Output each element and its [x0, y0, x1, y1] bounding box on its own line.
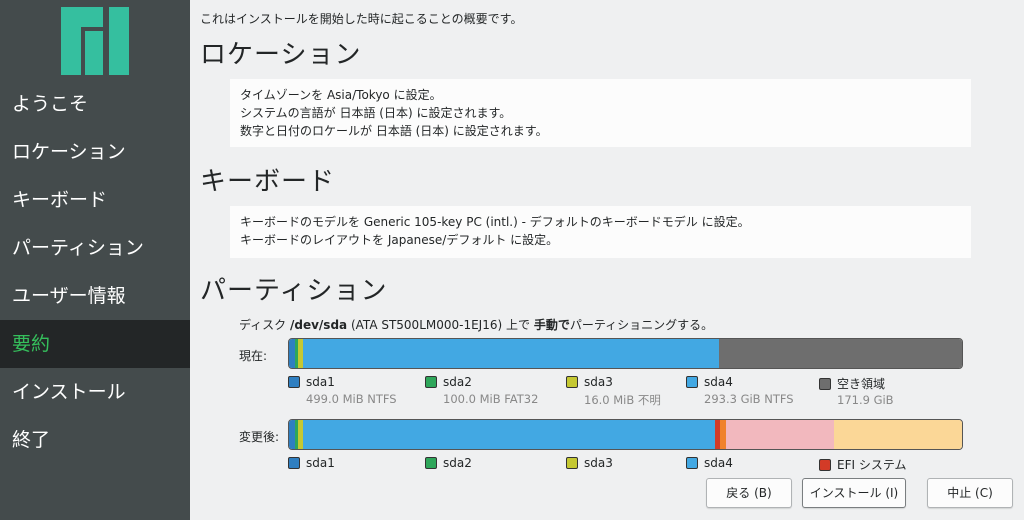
color-swatch	[566, 376, 578, 388]
segment-sda4	[303, 339, 719, 368]
sidebar: ようこそ ロケーション キーボード パーティション ユーザー情報 要約 インスト…	[0, 0, 190, 520]
location-line: システムの言語が 日本語 (日本) に設定されます。	[240, 106, 512, 120]
summary-page: これはインストールを開始した時に起こることの概要です。 ロケーション タイムゾー…	[190, 0, 1024, 520]
after-partition-bar	[288, 419, 963, 450]
location-info: タイムゾーンを Asia/Tokyo に設定。 システムの言語が 日本語 (日本…	[230, 79, 971, 147]
color-swatch	[819, 459, 831, 471]
segment-sda4	[303, 420, 715, 449]
keyboard-line: キーボードのレイアウトを Japanese/デフォルト に設定。	[240, 233, 559, 247]
current-partition-bar	[288, 338, 963, 369]
legend-detail: 100.0 MiB FAT32	[443, 392, 539, 406]
install-button[interactable]: インストール (I)	[802, 478, 906, 508]
legend-detail: 16.0 MiB 不明	[584, 393, 661, 407]
legend-detail: 499.0 MiB NTFS	[306, 392, 397, 406]
legend-detail: 171.9 GiB	[837, 393, 894, 407]
keyboard-info: キーボードのモデルを Generic 105-key PC (intl.) - …	[230, 206, 971, 258]
back-button[interactable]: 戻る (B)	[706, 478, 792, 508]
color-swatch	[425, 376, 437, 388]
legend-item: sda3	[566, 456, 613, 470]
after-label: 変更後:	[239, 430, 280, 444]
legend-item: sda4	[686, 456, 733, 470]
sidebar-item-location[interactable]: ロケーション	[0, 128, 190, 176]
legend-item: EFI システム	[819, 456, 906, 473]
legend-item: sda2	[425, 375, 472, 389]
keyboard-line: キーボードのモデルを Generic 105-key PC (intl.) - …	[240, 215, 750, 229]
legend-item: 空き領域	[819, 375, 885, 392]
legend-item: sda3	[566, 375, 613, 389]
sidebar-item-welcome[interactable]: ようこそ	[0, 80, 190, 128]
keyboard-title: キーボード	[200, 167, 336, 197]
color-swatch	[686, 457, 698, 469]
legend-detail: 293.3 GiB NTFS	[704, 392, 794, 406]
sidebar-nav: ようこそ ロケーション キーボード パーティション ユーザー情報 要約 インスト…	[0, 80, 190, 464]
sidebar-item-install[interactable]: インストール	[0, 368, 190, 416]
location-line: タイムゾーンを Asia/Tokyo に設定。	[240, 88, 442, 102]
summary-intro: これはインストールを開始した時に起こることの概要です。	[200, 12, 523, 26]
sidebar-item-partition[interactable]: パーティション	[0, 224, 190, 272]
color-swatch	[288, 376, 300, 388]
sidebar-item-users[interactable]: ユーザー情報	[0, 272, 190, 320]
current-label: 現在:	[239, 349, 268, 363]
color-swatch	[566, 457, 578, 469]
segment-free	[719, 339, 962, 368]
disk-description: ディスク /dev/sda (ATA ST500LM000-1EJ16) 上で …	[239, 318, 714, 332]
color-swatch	[686, 376, 698, 388]
sidebar-item-keyboard[interactable]: キーボード	[0, 176, 190, 224]
manjaro-logo-icon	[61, 7, 129, 75]
cancel-button[interactable]: 中止 (C)	[927, 478, 1013, 508]
partition-title: パーティション	[200, 276, 388, 306]
color-swatch	[288, 457, 300, 469]
sidebar-item-finish[interactable]: 終了	[0, 416, 190, 464]
color-swatch	[819, 378, 831, 390]
color-swatch	[425, 457, 437, 469]
legend-item: sda4	[686, 375, 733, 389]
location-line: 数字と日付のロケールが 日本語 (日本) に設定されます。	[240, 124, 548, 138]
legend-item: sda2	[425, 456, 472, 470]
legend-item: sda1	[288, 375, 335, 389]
legend-item: sda1	[288, 456, 335, 470]
segment-new-partition	[834, 420, 962, 449]
location-title: ロケーション	[200, 40, 362, 70]
sidebar-item-summary[interactable]: 要約	[0, 320, 190, 368]
segment-new-partition	[726, 420, 834, 449]
